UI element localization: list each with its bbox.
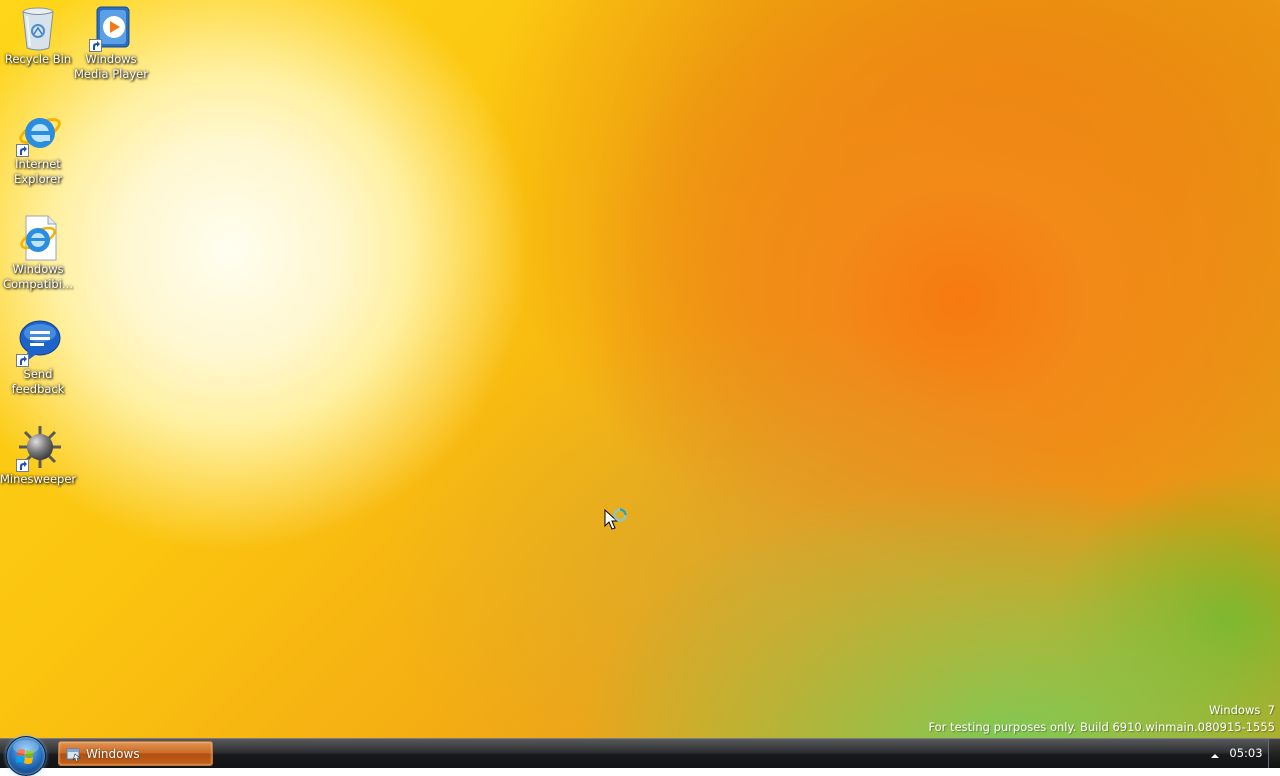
desktop-icon-internet-explorer[interactable]: Internet Explorer — [0, 109, 76, 187]
desktop-icon-label: Windows Compatibi... — [3, 262, 73, 291]
desktop-icon-label: Windows Media Player — [74, 52, 148, 81]
desktop[interactable]: Recycle Bin Windows Media Player Interne… — [0, 0, 1280, 738]
desktop-icon-windows-media-player[interactable]: Windows Media Player — [73, 4, 149, 82]
shortcut-arrow-icon — [16, 144, 29, 157]
shortcut-arrow-icon — [16, 354, 29, 367]
desktop-icon-recycle-bin[interactable]: Recycle Bin — [0, 4, 76, 67]
taskbar-button-label: Windows — [86, 747, 140, 761]
taskbar-button-windows[interactable]: Windows — [58, 741, 213, 766]
mine-icon — [14, 424, 62, 472]
desktop-icon-send-feedback[interactable]: Send feedback — [0, 319, 76, 397]
explorer-window-icon — [66, 746, 82, 762]
desktop-icon-label: Send feedback — [11, 367, 65, 396]
recycle-bin-icon — [14, 4, 62, 52]
watermark-build: For testing purposes only. Build 6910.wi… — [928, 720, 1275, 734]
watermark-title: Windows 7 — [1209, 703, 1275, 717]
chevron-up-icon — [1211, 754, 1219, 758]
windows-logo-icon — [13, 740, 39, 764]
busy-cursor-icon — [604, 506, 630, 532]
desktop-icon-label: Minesweeper — [0, 472, 77, 486]
desktop-icon-minesweeper[interactable]: Minesweeper — [0, 424, 76, 487]
feedback-speech-bubble-icon — [14, 319, 62, 367]
desktop-icon-label: Recycle Bin — [4, 52, 72, 66]
internet-explorer-icon — [14, 109, 62, 157]
start-button[interactable] — [6, 736, 46, 776]
desktop-icon-label: Internet Explorer — [14, 157, 62, 186]
clock[interactable]: 05:03 — [1226, 746, 1266, 760]
build-watermark: Windows 7 For testing purposes only. Bui… — [928, 702, 1275, 736]
show-hidden-icons-button[interactable] — [1209, 747, 1221, 759]
taskbar: Windows 05:03 — [0, 736, 1280, 776]
desktop-icon-windows-compatibility[interactable]: Windows Compatibi... — [0, 214, 76, 292]
show-desktop-button[interactable] — [1268, 739, 1280, 768]
shortcut-arrow-icon — [16, 459, 29, 472]
shortcut-arrow-icon — [89, 39, 102, 52]
windows-media-player-icon — [87, 4, 135, 52]
internet-explorer-document-icon — [14, 214, 62, 262]
